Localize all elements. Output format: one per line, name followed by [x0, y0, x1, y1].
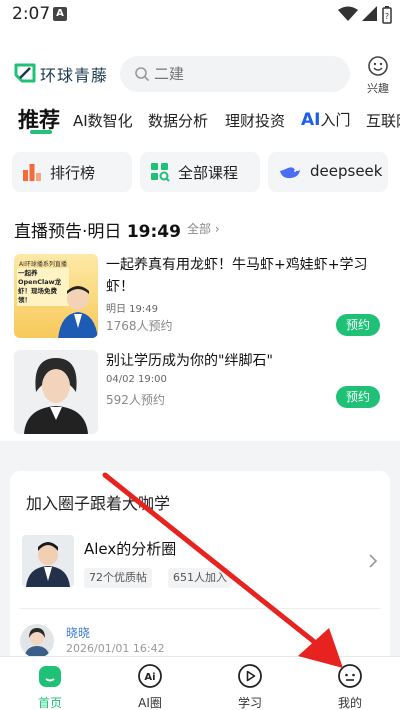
tab-data-analysis[interactable]: 数据分析: [148, 110, 208, 131]
post-author-avatar[interactable]: [20, 624, 54, 658]
tab-label-ai: AI: [301, 110, 321, 130]
post-author-name[interactable]: 晓晓: [66, 624, 90, 641]
section-title: 直播预告·明日 19:49: [14, 217, 181, 242]
posts-tag: 72个优质帖: [84, 568, 152, 588]
nav-label: 学习: [237, 696, 262, 710]
tab-label: 入门: [320, 111, 351, 129]
search-bar[interactable]: [120, 56, 350, 92]
tab-ai-intro[interactable]: AI入门: [301, 109, 351, 130]
live-title: 一起养真有用龙虾！牛马虾+鸡娃虾+学习虾！: [106, 257, 368, 295]
play-icon: [238, 664, 262, 688]
courses-icon: [151, 163, 170, 182]
host-photo: [58, 286, 98, 338]
wifi-icon: [338, 6, 358, 21]
tab-label: 推荐: [18, 108, 60, 132]
app-logo: 环球青藤: [14, 60, 110, 88]
ai-circle-icon: Ai: [138, 664, 162, 688]
live-thumbnail: [14, 350, 98, 434]
quick-link-label: 排行榜: [50, 164, 96, 182]
ranking-icon: [23, 164, 41, 181]
post-time: 2026/01/01 16:42: [66, 642, 165, 655]
view-all-link[interactable]: 全部 ›: [187, 220, 220, 237]
search-icon: [135, 67, 150, 82]
live-date: 明日 19:49: [106, 304, 158, 315]
chevron-right-icon[interactable]: [368, 553, 378, 569]
quick-link-label: deepseek: [310, 162, 383, 180]
interest-button[interactable]: 兴趣: [362, 55, 394, 95]
nav-label: 我的: [337, 696, 362, 710]
tab-finance[interactable]: 理财投资: [225, 110, 285, 131]
nav-profile[interactable]: 我的: [310, 657, 390, 710]
whale-icon: [280, 167, 300, 179]
logo-text: 环球青藤: [40, 66, 109, 85]
tab-internet[interactable]: 互联网: [366, 110, 400, 131]
svg-text:Ai: Ai: [144, 672, 155, 683]
quick-link-label: 全部课程: [178, 164, 239, 182]
live-title: 别让学历成为你的"绊脚石": [106, 353, 273, 369]
nav-home[interactable]: 首页: [10, 657, 90, 710]
reservation-count: 592人预约: [106, 393, 165, 407]
ranking-card[interactable]: 排行榜: [12, 152, 132, 192]
all-courses-card[interactable]: 全部课程: [140, 152, 260, 192]
search-input[interactable]: [154, 63, 334, 85]
circle-section-title: 加入圈子跟着大咖学: [26, 494, 171, 513]
reserve-button[interactable]: 预约: [336, 386, 380, 408]
tab-label: 互联网: [366, 112, 400, 130]
nav-label: AI圈: [138, 696, 162, 710]
smile-icon: [368, 56, 388, 76]
battery-icon: ?: [382, 6, 392, 24]
section-title-prefix: 直播预告·明日: [14, 222, 122, 242]
category-tabs: 推荐 AI数智化 数据分析 理财投资 AI入门 互联网: [0, 104, 400, 138]
live-date: 04/02 19:00: [106, 374, 167, 385]
circle-host-photo: [26, 542, 70, 587]
status-bar: 2:07 A ?: [0, 0, 400, 30]
tab-label: 理财投资: [225, 112, 286, 130]
live-item[interactable]: AI环球播系列直播 一起养OpenClaw龙虾！现场免费领！ 一起养真有用龙虾！…: [14, 254, 386, 338]
post-author-photo: [24, 628, 50, 658]
nav-label: 首页: [37, 696, 62, 710]
tab-recommend[interactable]: 推荐: [18, 104, 60, 134]
active-tab-indicator: [30, 130, 52, 134]
divider: [20, 608, 380, 609]
logo-icon: [14, 63, 36, 83]
tab-label: AI数智化: [73, 112, 133, 130]
bottom-navigation: 首页 Ai AI圈 学习 我的: [0, 656, 400, 710]
thumb-caption: AI环球播系列直播: [19, 261, 67, 268]
reservation-count: 1768人预约: [106, 319, 173, 333]
deepseek-card[interactable]: deepseek: [268, 152, 388, 192]
tab-ai-digital[interactable]: AI数智化: [73, 110, 133, 131]
host-photo: [24, 358, 88, 434]
members-tag: 651人加入: [168, 568, 232, 588]
tab-label: 数据分析: [148, 112, 209, 130]
nav-ai-circle[interactable]: Ai AI圈: [110, 657, 190, 710]
nav-study[interactable]: 学习: [210, 657, 290, 710]
live-item[interactable]: 别让学历成为你的"绊脚石" 04/02 19:00 592人预约 预约: [14, 350, 386, 434]
circle-name[interactable]: Alex的分析圈: [84, 538, 176, 559]
status-time: 2:07: [12, 4, 51, 24]
interest-label: 兴趣: [367, 82, 389, 95]
profile-icon: [338, 664, 362, 688]
live-thumbnail: AI环球播系列直播 一起养OpenClaw龙虾！现场免费领！: [14, 254, 98, 338]
notification-icon: A: [53, 7, 67, 21]
svg-text:?: ?: [385, 12, 389, 21]
reserve-button[interactable]: 预约: [336, 314, 380, 336]
signal-icon: [362, 6, 377, 21]
section-title-time: 19:49: [126, 222, 181, 242]
home-icon: [39, 666, 61, 687]
circle-card: 加入圈子跟着大咖学 Alex的分析圈 72个优质帖 651人加入 晓晓 2026…: [10, 471, 390, 658]
circle-avatar: [22, 535, 74, 587]
